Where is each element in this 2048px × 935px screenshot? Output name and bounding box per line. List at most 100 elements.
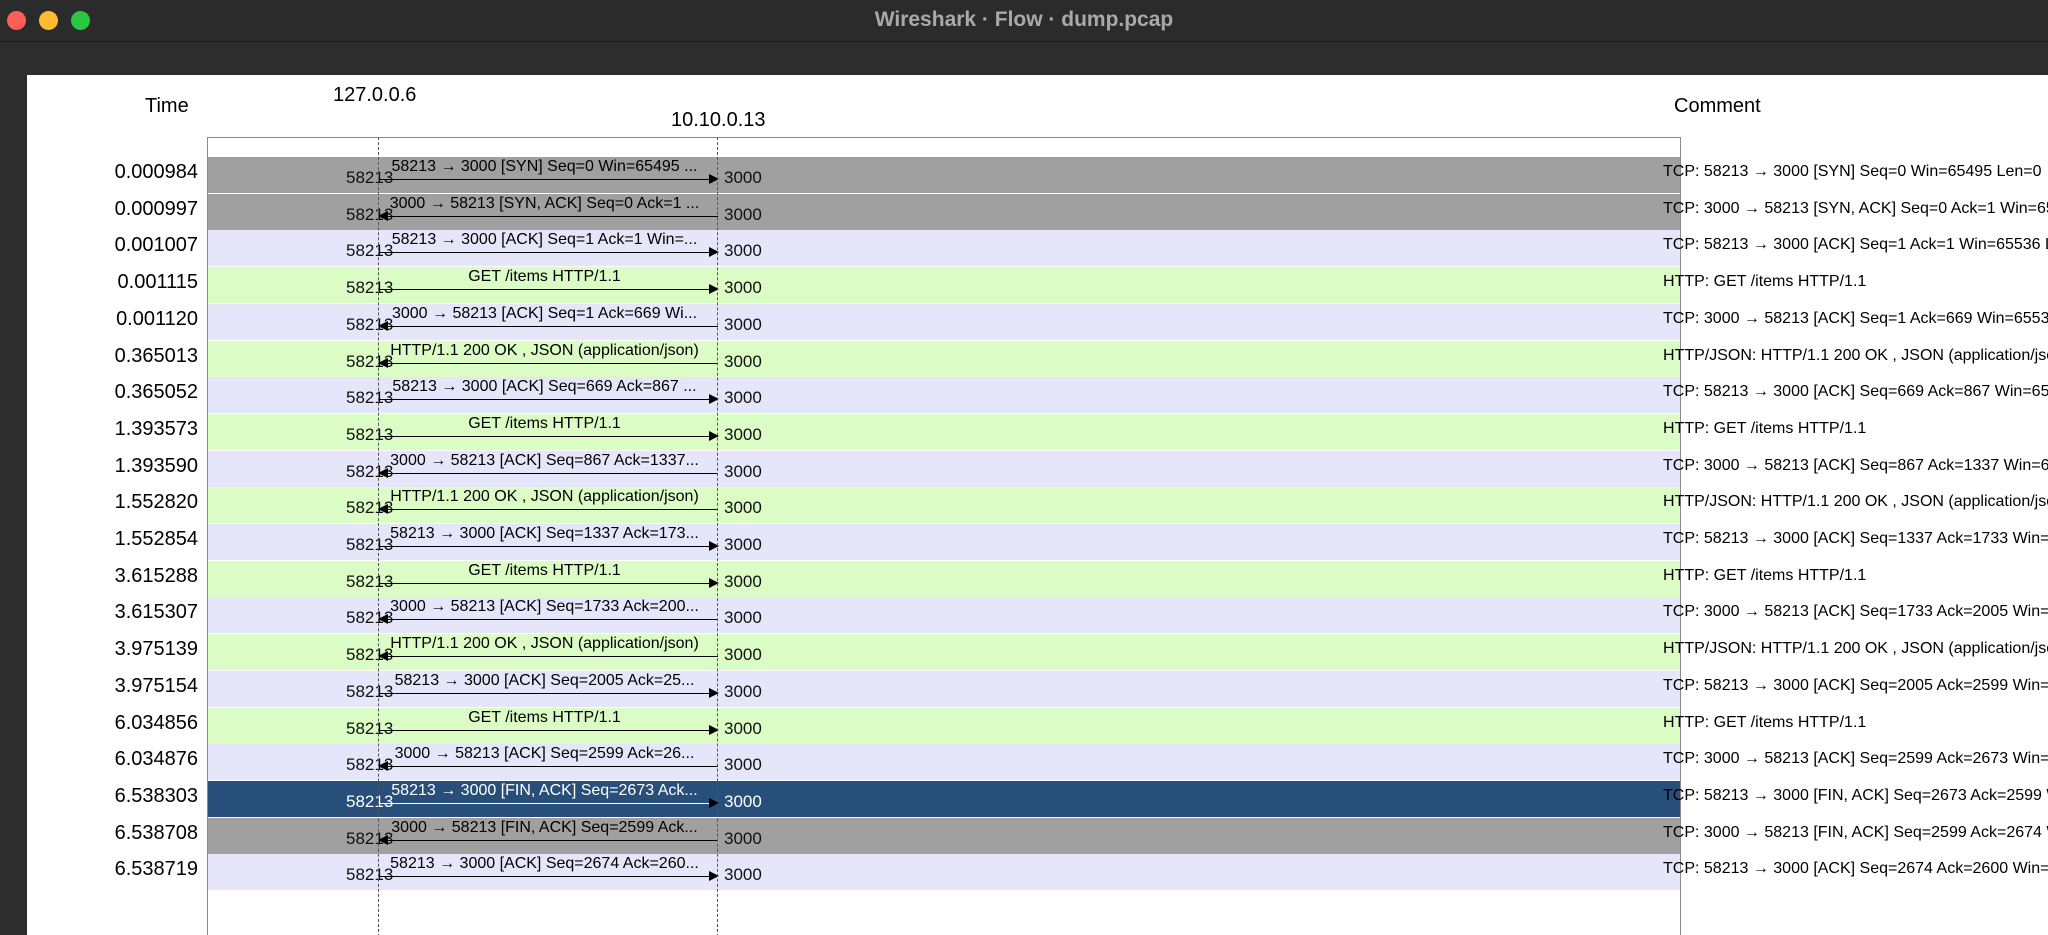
flow-message-label: 3000 → 58213 [ACK] Seq=1733 Ack=200... xyxy=(390,598,699,615)
arrow-right-icon xyxy=(379,431,719,441)
flow-message-label: 3000 → 58213 [ACK] Seq=867 Ack=1337... xyxy=(390,452,699,469)
flow-graph-canvas[interactable]: Time 127.0.0.6 10.10.0.13 Comment 58213 3… xyxy=(27,75,2048,935)
packet-time: 1.393573 xyxy=(114,418,198,440)
flow-message-label: GET /items HTTP/1.1 xyxy=(468,415,621,432)
packet-time: 1.552854 xyxy=(114,528,198,550)
destination-port: 3000 xyxy=(724,682,762,701)
destination-port: 3000 xyxy=(724,168,762,187)
packet-comment: TCP: 58213 → 3000 [ACK] Seq=669 Ack=867 … xyxy=(1663,383,2048,400)
packet-time: 0.000984 xyxy=(114,161,198,183)
arrow-right-icon xyxy=(379,798,719,808)
flow-message-label: HTTP/1.1 200 OK , JSON (application/json… xyxy=(390,635,699,652)
destination-port: 3000 xyxy=(724,205,762,224)
packet-comment: TCP: 3000 → 58213 [SYN, ACK] Seq=0 Ack=1… xyxy=(1663,200,2048,217)
host-b-lifeline xyxy=(717,137,718,935)
flow-message-label: 3000 → 58213 [ACK] Seq=2599 Ack=26... xyxy=(394,745,695,762)
destination-port: 3000 xyxy=(724,241,762,260)
flow-message-label: HTTP/1.1 200 OK , JSON (application/json… xyxy=(390,342,699,359)
arrow-right-icon xyxy=(379,578,719,588)
packet-comment: HTTP: GET /items HTTP/1.1 xyxy=(1663,420,1867,437)
time-column-header: Time xyxy=(145,95,189,117)
arrow-right-icon xyxy=(379,247,719,257)
destination-port: 3000 xyxy=(724,755,762,774)
arrow-right-icon xyxy=(379,725,719,735)
packet-time: 0.001007 xyxy=(114,234,198,256)
packet-comment: TCP: 58213 → 3000 [ACK] Seq=2005 Ack=259… xyxy=(1663,677,2048,694)
packet-time: 3.615307 xyxy=(114,601,198,623)
arrow-left-icon xyxy=(378,504,718,514)
packet-comment: TCP: 3000 → 58213 [ACK] Seq=1733 Ack=200… xyxy=(1663,603,2048,620)
packet-time: 3.615288 xyxy=(114,565,198,587)
packet-comment: TCP: 58213 → 3000 [ACK] Seq=1 Ack=1 Win=… xyxy=(1663,236,2048,253)
packet-comment: TCP: 3000 → 58213 [ACK] Seq=867 Ack=1337… xyxy=(1663,457,2048,474)
packet-time: 0.365052 xyxy=(114,381,198,403)
arrow-left-icon xyxy=(378,614,718,624)
arrow-left-icon xyxy=(378,211,718,221)
destination-port: 3000 xyxy=(724,315,762,334)
flow-message-label: 58213 → 3000 [ACK] Seq=1 Ack=1 Win=... xyxy=(391,231,698,248)
packet-time: 0.365013 xyxy=(114,345,198,367)
arrow-right-icon xyxy=(379,688,719,698)
destination-port: 3000 xyxy=(724,572,762,591)
comment-column-header: Comment xyxy=(1674,95,1761,117)
flow-message-label: 58213 → 3000 [ACK] Seq=2674 Ack=260... xyxy=(390,855,699,872)
destination-port: 3000 xyxy=(724,829,762,848)
destination-port: 3000 xyxy=(724,352,762,371)
destination-port: 3000 xyxy=(724,719,762,738)
packet-time: 1.552820 xyxy=(114,491,198,513)
packet-comment: HTTP/JSON: HTTP/1.1 200 OK , JSON (appli… xyxy=(1663,493,2048,510)
arrow-left-icon xyxy=(378,358,718,368)
packet-comment: HTTP: GET /items HTTP/1.1 xyxy=(1663,273,1867,290)
packet-comment: TCP: 58213 → 3000 [ACK] Seq=2674 Ack=260… xyxy=(1663,860,2048,877)
destination-port: 3000 xyxy=(724,608,762,627)
destination-port: 3000 xyxy=(724,865,762,884)
flow-message-label: GET /items HTTP/1.1 xyxy=(468,562,621,579)
window-titlebar: Wireshark · Flow · dump.pcap xyxy=(0,0,2048,42)
destination-port: 3000 xyxy=(724,462,762,481)
destination-port: 3000 xyxy=(724,388,762,407)
packet-time: 6.034856 xyxy=(114,712,198,734)
flow-message-label: 58213 → 3000 [ACK] Seq=1337 Ack=173... xyxy=(390,525,699,542)
destination-port: 3000 xyxy=(724,535,762,554)
packet-comment: TCP: 3000 → 58213 [ACK] Seq=2599 Ack=267… xyxy=(1663,750,2048,767)
arrow-right-icon xyxy=(379,174,719,184)
flow-message-label: 3000 → 58213 [FIN, ACK] Seq=2599 Ack... xyxy=(391,819,698,836)
packet-comment: TCP: 58213 → 3000 [SYN] Seq=0 Win=65495 … xyxy=(1663,163,2042,180)
packet-comment: TCP: 58213 → 3000 [FIN, ACK] Seq=2673 Ac… xyxy=(1663,787,2048,804)
packet-comment: TCP: 58213 → 3000 [ACK] Seq=1337 Ack=173… xyxy=(1663,530,2048,547)
packet-time: 6.538303 xyxy=(114,785,198,807)
packet-comment: HTTP: GET /items HTTP/1.1 xyxy=(1663,714,1867,731)
flow-message-label: 58213 → 3000 [ACK] Seq=2005 Ack=25... xyxy=(394,672,695,689)
arrow-right-icon xyxy=(379,871,719,881)
packet-comment: HTTP/JSON: HTTP/1.1 200 OK , JSON (appli… xyxy=(1663,640,2048,657)
arrow-left-icon xyxy=(378,761,718,771)
destination-port: 3000 xyxy=(724,498,762,517)
arrow-right-icon xyxy=(379,541,719,551)
packet-time: 6.034876 xyxy=(114,748,198,770)
flow-message-label: GET /items HTTP/1.1 xyxy=(468,268,621,285)
arrow-right-icon xyxy=(379,284,719,294)
flow-message-label: HTTP/1.1 200 OK , JSON (application/json… xyxy=(390,488,699,505)
flow-message-label: 3000 → 58213 [ACK] Seq=1 Ack=669 Wi... xyxy=(391,305,698,322)
destination-port: 3000 xyxy=(724,278,762,297)
host-a-address[interactable]: 127.0.0.6 xyxy=(333,84,416,107)
packet-time: 0.001120 xyxy=(116,308,198,330)
host-b-address[interactable]: 10.10.0.13 xyxy=(671,109,766,132)
destination-port: 3000 xyxy=(724,792,762,811)
flow-message-label: GET /items HTTP/1.1 xyxy=(468,709,621,726)
destination-port: 3000 xyxy=(724,425,762,444)
window-title: Wireshark · Flow · dump.pcap xyxy=(874,8,1174,31)
packet-time: 6.538708 xyxy=(114,822,198,844)
packet-comment: HTTP/JSON: HTTP/1.1 200 OK , JSON (appli… xyxy=(1663,347,2048,364)
flow-message-label: 58213 → 3000 [SYN] Seq=0 Win=65495 ... xyxy=(391,158,698,175)
packet-time: 3.975139 xyxy=(114,638,198,660)
flow-message-label: 3000 → 58213 [SYN, ACK] Seq=0 Ack=1 ... xyxy=(389,195,700,212)
packet-comment: TCP: 3000 → 58213 [FIN, ACK] Seq=2599 Ac… xyxy=(1663,824,2048,841)
flow-message-label: 58213 → 3000 [FIN, ACK] Seq=2673 Ack... xyxy=(391,782,698,799)
packet-time: 3.975154 xyxy=(114,675,198,697)
arrow-right-icon xyxy=(379,394,719,404)
packet-time: 0.000997 xyxy=(114,198,198,220)
packet-comment: TCP: 3000 → 58213 [ACK] Seq=1 Ack=669 Wi… xyxy=(1663,310,2048,327)
packet-time: 1.393590 xyxy=(114,455,198,477)
host-a-lifeline xyxy=(378,137,379,935)
